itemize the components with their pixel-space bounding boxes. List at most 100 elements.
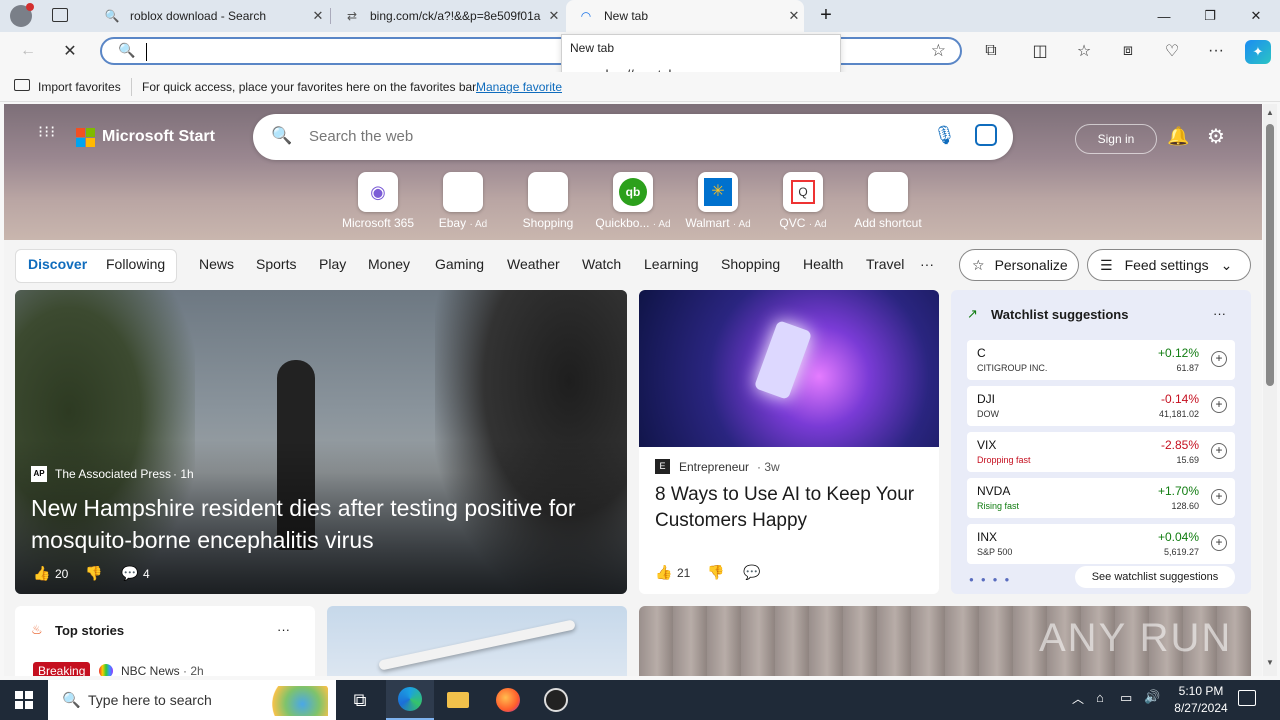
edge-taskbar-icon[interactable] (386, 680, 434, 720)
nav-more-icon[interactable]: ··· (920, 256, 934, 272)
watchlist-row[interactable]: NVDA Rising fast +1.70% 128.60 + (967, 478, 1235, 518)
nav-sports[interactable]: Sports (256, 256, 296, 272)
shortcut-microsoft-365[interactable]: ◉ Microsoft 365 (335, 172, 421, 230)
feed-settings-button[interactable]: ☰ Feed settings ⌄ (1087, 249, 1251, 281)
nav-money[interactable]: Money (368, 256, 410, 272)
nav-health[interactable]: Health (803, 256, 843, 272)
scroll-down-arrow[interactable]: ▼ (1266, 658, 1274, 667)
shortcut-qvc[interactable]: Q QVC · Ad (760, 172, 846, 230)
second-story-card[interactable]: E Entrepreneur · 3w 8 Ways to Use AI to … (639, 290, 939, 594)
apps-grid-icon[interactable]: ⁝⁝⁝ (38, 125, 58, 148)
sign-in-button[interactable]: Sign in (1075, 124, 1157, 154)
tab-discover[interactable]: Discover (28, 256, 87, 272)
shortcut-ebay[interactable]: 🛍 Ebay · Ad (420, 172, 506, 230)
add-to-watchlist-icon[interactable]: + (1211, 443, 1227, 459)
nav-learning[interactable]: Learning (644, 256, 699, 272)
nav-watch[interactable]: Watch (582, 256, 621, 272)
import-favorites-link[interactable]: Import favorites (38, 80, 121, 94)
volume-icon[interactable]: 🔊 (1144, 689, 1160, 705)
favorite-star-icon[interactable]: ☆ (931, 41, 946, 61)
tab-roblox-search[interactable]: 🔍 roblox download - Search ✕ (92, 0, 328, 32)
collections-icon[interactable]: ⧈ (1116, 40, 1140, 62)
nav-shopping[interactable]: Shopping (721, 256, 780, 272)
tab-new-tab[interactable]: ◠ New tab ✕ (566, 0, 804, 32)
like-icon[interactable]: 👍 (33, 565, 50, 582)
jet-story-card[interactable] (327, 606, 627, 676)
page-scrollbar[interactable]: ▲ ▼ (1263, 104, 1277, 676)
curtain-story-card[interactable]: ANY RUN (639, 606, 1251, 676)
see-watchlist-button[interactable]: See watchlist suggestions (1075, 566, 1235, 588)
comment-icon[interactable]: 💬 (743, 564, 760, 581)
shortcut-shopping[interactable]: 🏷 Shopping (505, 172, 591, 230)
story-headline[interactable]: 8 Ways to Use AI to Keep Your Customers … (655, 482, 925, 534)
obs-icon[interactable] (532, 680, 580, 720)
notifications-icon[interactable]: 🔔 (1167, 126, 1189, 147)
minimize-button[interactable]: — (1141, 0, 1187, 32)
clock-time[interactable]: 5:10 PM (1172, 684, 1230, 698)
close-tab-icon[interactable]: ✕ (308, 8, 328, 24)
watchlist-row[interactable]: C CITIGROUP INC. +0.12% 61.87 + (967, 340, 1235, 380)
like-icon[interactable]: 👍 (655, 564, 672, 581)
nav-gaming[interactable]: Gaming (435, 256, 484, 272)
tab-actions-icon[interactable] (52, 8, 68, 22)
notification-center-icon[interactable] (1238, 690, 1256, 706)
manage-favorites-link[interactable]: Manage favorites (476, 80, 562, 94)
scrollbar-thumb[interactable] (1266, 124, 1274, 386)
stop-loading-button[interactable]: ✕ (58, 40, 82, 62)
taskbar-search[interactable]: 🔍 Type here to search (48, 680, 336, 720)
watchlist-row[interactable]: DJI DOW -0.14% 41,181.02 + (967, 386, 1235, 426)
shortcut-add[interactable]: + Add shortcut (845, 172, 931, 230)
new-tab-button[interactable]: + (814, 4, 838, 28)
story-headline[interactable]: New Hampshire resident dies after testin… (31, 492, 603, 556)
comment-icon[interactable]: 💬 (121, 565, 138, 582)
firefox-icon[interactable] (484, 680, 532, 720)
system-tray-icon[interactable]: ⌂ (1096, 690, 1104, 705)
add-to-watchlist-icon[interactable]: + (1211, 397, 1227, 413)
copilot-icon[interactable]: ✦ (1245, 40, 1271, 64)
watchlist-more-icon[interactable]: ··· (1213, 306, 1226, 321)
address-input[interactable] (146, 43, 546, 61)
visual-search-icon[interactable] (975, 124, 997, 146)
profile-icon[interactable] (10, 3, 34, 27)
page-settings-icon[interactable]: ⚙ (1207, 124, 1225, 149)
tab-bing-link[interactable]: ⇄ bing.com/ck/a?!&&p=8e509f01a ✕ (332, 0, 564, 32)
tab-following[interactable]: Following (106, 256, 165, 272)
close-tab-icon[interactable]: ✕ (784, 8, 804, 24)
watchlist-row[interactable]: VIX Dropping fast -2.85% 15.69 + (967, 432, 1235, 472)
split-screen-icon[interactable]: ◫ (1028, 40, 1052, 62)
shortcut-walmart[interactable]: ✳ Walmart · Ad (675, 172, 761, 230)
close-tab-icon[interactable]: ✕ (544, 8, 564, 24)
restore-button[interactable]: ❐ (1187, 0, 1233, 32)
windows-start-icon[interactable] (0, 680, 48, 720)
browser-essentials-icon[interactable]: ♡ (1160, 40, 1184, 62)
network-icon[interactable]: ▭ (1120, 690, 1132, 706)
nav-play[interactable]: Play (319, 256, 346, 272)
nav-news[interactable]: News (199, 256, 234, 272)
brand-title[interactable]: Microsoft Start (102, 128, 215, 146)
nav-weather[interactable]: Weather (507, 256, 560, 272)
watchlist-row[interactable]: INX S&P 500 +0.04% 5,619.27 + (967, 524, 1235, 564)
personalize-button[interactable]: ☆ Personalize (959, 249, 1079, 281)
add-to-watchlist-icon[interactable]: + (1211, 535, 1227, 551)
add-to-watchlist-icon[interactable]: + (1211, 489, 1227, 505)
add-to-watchlist-icon[interactable]: + (1211, 351, 1227, 367)
top-stories-more-icon[interactable]: ··· (277, 622, 290, 637)
shortcut-quickbooks[interactable]: qb Quickbo... · Ad (590, 172, 676, 230)
nav-travel[interactable]: Travel (866, 256, 904, 272)
dislike-icon[interactable]: 👎 (707, 564, 724, 581)
file-explorer-icon[interactable] (434, 680, 482, 720)
back-button[interactable]: ← (16, 40, 40, 62)
close-window-button[interactable]: ✕ (1233, 0, 1279, 32)
microphone-icon[interactable]: 🎙 (933, 125, 956, 146)
clock-date[interactable]: 8/27/2024 (1166, 701, 1236, 715)
web-search-box[interactable]: 🔍 Search the web 🎙 (253, 114, 1013, 160)
dislike-icon[interactable]: 👎 (85, 565, 102, 582)
carousel-dots[interactable]: ●●●● (969, 575, 1016, 584)
task-view-icon[interactable]: ⧉ (336, 680, 384, 720)
extensions-icon[interactable]: ⧉ (979, 40, 1003, 62)
favorites-icon[interactable]: ☆ (1072, 40, 1096, 62)
scroll-up-arrow[interactable]: ▲ (1266, 108, 1274, 117)
main-story-card[interactable]: AP The Associated Press · 1h New Hampshi… (15, 290, 627, 594)
show-hidden-icons[interactable]: ︿ (1072, 690, 1084, 707)
settings-more-icon[interactable]: ··· (1204, 40, 1228, 62)
